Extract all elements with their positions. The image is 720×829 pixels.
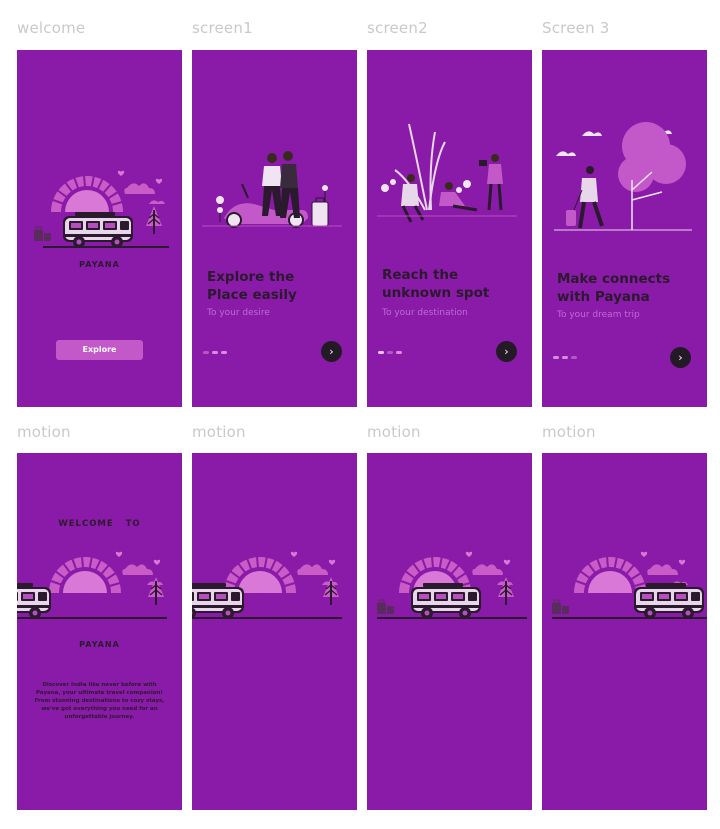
page-dot-1 [378,351,384,354]
page-dot-3 [221,351,227,354]
bus-scene-illustration [376,550,527,619]
subline: To your desire [207,308,270,318]
motion-frame-1: WELCOME TO PAYANA Discover India like ne… [17,453,182,810]
brand-name: PAYANA [79,640,120,649]
motion-frame-2 [192,453,357,810]
next-button[interactable]: › [496,341,517,362]
chevron-right-icon: › [504,345,509,358]
frame-label-motion-4: motion [542,423,596,441]
frame-label-screen3: Screen 3 [542,19,610,37]
subline: To your destination [382,308,468,318]
app-description: Discover India like never before with Pa… [34,682,165,720]
bus-scene-illustration [17,550,167,619]
page-indicator [378,351,402,354]
page-indicator [553,356,577,359]
frame-label-motion-1: motion [17,423,71,441]
chevron-right-icon: › [678,351,683,364]
motion-frame-3 [367,453,532,810]
page-dot-1 [553,356,559,359]
frame-label-screen1: screen1 [192,19,253,37]
motion-frame-4 [542,453,707,810]
page-dot-3 [396,351,402,354]
headline: Reach the unknown spot [382,267,490,301]
page-dot-3 [571,356,577,359]
frame-label-motion-3: motion [367,423,421,441]
explore-button[interactable]: Explore [56,340,143,360]
chevron-right-icon: › [329,345,334,358]
onboarding-screen-1: Explore the Place easily To your desire … [192,50,357,407]
page-dot-1 [203,351,209,354]
bus-scene-illustration [192,550,342,619]
page-dot-2 [212,351,218,354]
headline: Explore the Place easily [207,269,297,303]
page-dot-2 [387,351,393,354]
headline: Make connects with Payana [557,271,671,305]
welcome-screen: PAYANA Explore [17,50,182,407]
brand-name: PAYANA [79,260,120,269]
onboarding-screen-2: Reach the unknown spot To your destinati… [367,50,532,407]
frame-label-screen2: screen2 [367,19,428,37]
page-dot-2 [562,356,568,359]
next-button[interactable]: › [321,341,342,362]
onboarding-screen-3: Make connects with Payana To your dream … [542,50,707,407]
frame-label-motion-2: motion [192,423,246,441]
bus-scene-illustration [551,550,707,619]
page-indicator [203,351,227,354]
next-button[interactable]: › [670,347,691,368]
frame-label-welcome: welcome [17,19,86,37]
subline: To your dream trip [557,310,640,320]
